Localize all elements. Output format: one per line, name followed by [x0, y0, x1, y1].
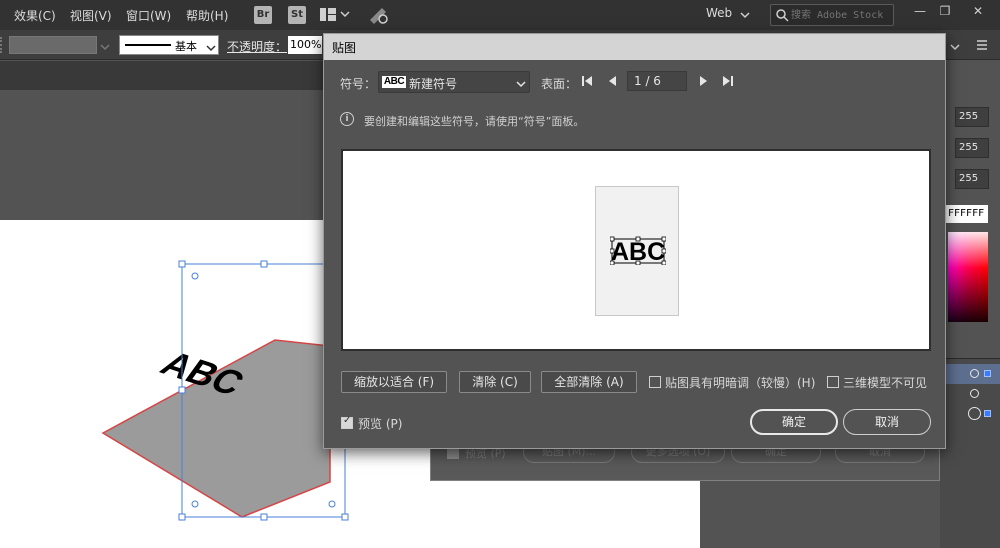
ok-button[interactable]: 确定 — [750, 409, 838, 435]
selection-square-icon[interactable] — [984, 370, 991, 377]
stroke-profile-label: 基本 — [175, 40, 197, 53]
color-spectrum[interactable] — [948, 232, 988, 322]
symbol-handle[interactable] — [635, 236, 641, 242]
surface-page-field[interactable]: 1 / 6 — [627, 71, 687, 91]
target-icon[interactable] — [970, 369, 979, 378]
close-button[interactable]: ✕ — [963, 0, 993, 22]
symbol-label: 符号： — [340, 77, 377, 91]
skip-last-icon — [723, 76, 733, 86]
placed-symbol[interactable]: ABC — [610, 235, 666, 265]
selection-handle[interactable] — [341, 513, 349, 521]
symbol-handle[interactable] — [610, 260, 615, 265]
fill-dropdown-chevron-icon[interactable] — [100, 41, 110, 55]
symbol-thumbnail: ABC — [382, 76, 406, 88]
symbol-selected-value: 新建符号 — [409, 77, 458, 91]
red-field[interactable]: 255 — [955, 107, 989, 127]
skip-first-icon — [582, 76, 592, 86]
symbol-handle[interactable] — [635, 260, 641, 265]
surface-preview[interactable]: ABC — [341, 149, 931, 351]
selection-handle[interactable] — [260, 513, 268, 521]
clear-button[interactable]: 清除 (C) — [459, 371, 531, 393]
layer-row[interactable] — [940, 384, 1000, 404]
chevron-down-icon[interactable] — [740, 9, 750, 23]
symbol-handle[interactable] — [661, 236, 666, 242]
widget-icon[interactable] — [328, 500, 336, 508]
selection-handle[interactable] — [178, 260, 186, 268]
chevron-down-icon — [516, 78, 526, 92]
panel-grip — [0, 37, 4, 53]
menu-view[interactable]: 视图(V) — [70, 7, 112, 24]
menu-bar: 效果(C) 视图(V) 窗口(W) 帮助(H) Br St Web — ❐ ✕ — [0, 0, 1000, 30]
restore-button[interactable]: ❐ — [930, 0, 960, 22]
opacity-field[interactable]: 100% — [288, 36, 322, 54]
selection-square-icon[interactable] — [984, 410, 991, 417]
selection-handle[interactable] — [260, 260, 268, 268]
surface-card[interactable]: ABC — [595, 186, 679, 316]
stock-search[interactable] — [770, 4, 894, 26]
opacity-label[interactable]: 不透明度： — [227, 38, 287, 55]
stroke-line — [125, 44, 171, 46]
menu-window[interactable]: 窗口(W) — [126, 7, 171, 24]
preview-label: 预览 (P) — [358, 417, 403, 431]
shade-artwork-label: 贴图具有明暗调（较慢）(H) — [665, 376, 816, 390]
next-surface-button[interactable] — [696, 74, 710, 90]
invisible-geometry-label: 三维模型不可见 — [843, 376, 928, 390]
clear-all-button[interactable]: 全部清除 (A) — [541, 371, 637, 393]
widget-icon[interactable] — [191, 272, 199, 280]
blue-field[interactable]: 255 — [955, 169, 989, 189]
symbol-handle[interactable] — [610, 236, 615, 242]
dialog-titlebar[interactable]: 贴图 — [324, 34, 945, 60]
menu-effect[interactable]: 效果(C) — [14, 7, 56, 24]
gpu-performance-icon[interactable] — [368, 6, 390, 24]
selection-handle[interactable] — [178, 513, 186, 521]
first-surface-button[interactable] — [580, 74, 594, 90]
hex-field[interactable]: FFFFFF — [946, 205, 988, 223]
symbol-handle[interactable] — [661, 248, 666, 254]
green-field[interactable]: 255 — [955, 138, 989, 158]
widget-icon[interactable] — [191, 500, 199, 508]
target-icon[interactable] — [968, 407, 981, 420]
chevron-down-icon[interactable] — [950, 41, 960, 55]
search-icon — [775, 8, 789, 25]
previous-surface-button[interactable] — [606, 74, 620, 90]
shade-artwork-checkbox[interactable] — [649, 376, 661, 388]
selection-handle[interactable] — [178, 386, 186, 394]
symbol-handle[interactable] — [610, 248, 615, 254]
info-message: 要创建和编辑这些符号，请使用“符号”面板。 — [364, 115, 585, 128]
last-surface-button[interactable] — [721, 74, 735, 90]
stock-button[interactable]: St — [288, 6, 306, 24]
map-art-dialog: 贴图 符号： ABC 新建符号 表面： 1 / 6 i 要创建和编辑这些符号，请… — [323, 33, 946, 449]
preview-checkbox[interactable] — [341, 415, 353, 429]
bridge-button[interactable]: Br — [254, 6, 272, 24]
next-icon — [700, 76, 707, 86]
scale-to-fit-button[interactable]: 缩放以适合 (F) — [341, 371, 447, 393]
layer-row[interactable] — [940, 404, 1000, 424]
search-input[interactable] — [791, 6, 891, 24]
previous-icon — [609, 76, 616, 86]
workspace-switcher[interactable]: Web — [706, 6, 732, 20]
layer-row[interactable] — [940, 364, 1000, 384]
symbol-handle[interactable] — [661, 260, 666, 265]
cancel-button[interactable]: 取消 — [843, 409, 931, 435]
chevron-down-icon — [206, 42, 216, 56]
invisible-geometry-checkbox[interactable] — [827, 376, 839, 388]
stroke-profile-select[interactable]: 基本 — [119, 35, 219, 55]
surface-label: 表面： — [541, 77, 578, 91]
symbol-select[interactable]: ABC 新建符号 — [378, 71, 530, 93]
menu-help[interactable]: 帮助(H) — [186, 7, 228, 24]
fill-swatch[interactable] — [9, 36, 97, 54]
panel-menu-icon[interactable] — [976, 39, 988, 54]
dialog-title: 贴图 — [332, 41, 357, 55]
info-icon: i — [340, 112, 354, 126]
target-icon[interactable] — [970, 389, 979, 398]
arrange-documents-icon[interactable] — [320, 8, 350, 21]
